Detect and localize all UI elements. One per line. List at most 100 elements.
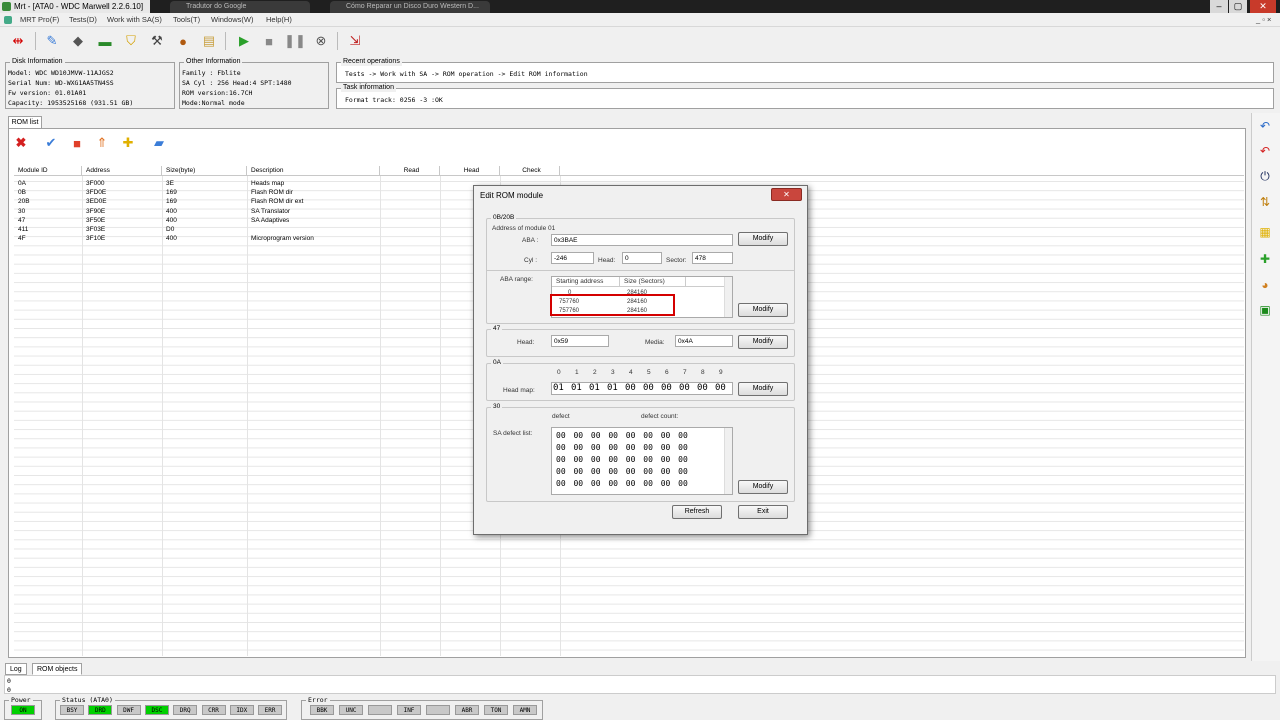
table-cell[interactable]: Microprogram version <box>251 234 314 243</box>
table-cell[interactable]: 4F <box>18 234 26 243</box>
import-icon[interactable]: ✚ <box>119 134 137 152</box>
head47-label: Head: <box>517 339 535 346</box>
col-check[interactable]: Check <box>500 166 560 176</box>
menu-tools[interactable]: Tools(T) <box>173 15 200 24</box>
col-read[interactable]: Read <box>380 166 440 176</box>
table-cell[interactable]: 3F90E <box>86 207 105 216</box>
sector-field[interactable]: 478 <box>692 252 733 264</box>
modify-defect-button[interactable]: Modify <box>738 480 788 494</box>
menu-tests[interactable]: Tests(D) <box>69 15 97 24</box>
disk-capacity: Capacity: 1953525168 (931.51 GB) <box>8 99 134 107</box>
refresh-button[interactable]: Refresh <box>672 505 722 519</box>
col-size[interactable]: Size(byte) <box>162 166 247 176</box>
table-cell[interactable]: 400 <box>166 216 177 225</box>
table-cell[interactable]: 3FD0E <box>86 188 106 197</box>
drive-icon[interactable]: ▬ <box>95 31 115 51</box>
minimize-button[interactable]: – <box>1210 0 1228 13</box>
table-cell[interactable]: 3F03E <box>86 225 105 234</box>
table-cell[interactable]: 0A <box>18 179 26 188</box>
palette-icon[interactable]: ◕ <box>1255 275 1275 295</box>
col-head[interactable]: Head <box>440 166 500 176</box>
delete-icon[interactable]: ✖ <box>12 134 30 152</box>
table-cell[interactable]: Flash ROM dir <box>251 188 293 197</box>
group-legend: 30 <box>491 403 503 411</box>
head-field[interactable]: 0 <box>622 252 662 264</box>
table-cell[interactable]: Flash ROM dir ext <box>251 197 303 206</box>
modify-47-button[interactable]: Modify <box>738 335 788 349</box>
table-cell[interactable]: 3F50E <box>86 216 105 225</box>
table-cell[interactable]: 30 <box>18 207 25 216</box>
play-icon[interactable]: ▶ <box>234 31 254 51</box>
tab-rom-objects[interactable]: ROM objects <box>32 663 83 675</box>
table-cell[interactable]: 3ED0E <box>86 197 107 206</box>
power-icon[interactable]: ⏻ <box>1255 166 1275 186</box>
list-scrollbar[interactable] <box>724 277 732 317</box>
tool-icon[interactable]: ⚒ <box>147 31 167 51</box>
table-cell[interactable]: 3F000 <box>86 179 104 188</box>
col-module-id[interactable]: Module ID <box>14 166 82 176</box>
check-icon[interactable]: ✔ <box>42 134 60 152</box>
puzzle-icon[interactable]: ✚ <box>1255 249 1275 269</box>
shield-icon[interactable]: ⛉ <box>121 31 141 51</box>
menu-mrt-pro[interactable]: MRT Pro(F) <box>20 15 59 24</box>
aba-field[interactable]: 0x3BAE <box>551 234 733 246</box>
menu-work-with-sa[interactable]: Work with SA(S) <box>107 15 162 24</box>
wrench-icon[interactable]: ✎ <box>42 31 62 51</box>
menu-help[interactable]: Help(H) <box>266 15 292 24</box>
disk-serial: Serial Num: WD-WXG1AA5TN4SS <box>8 79 114 87</box>
redo-icon[interactable]: ↶ <box>1255 141 1275 161</box>
dialog-close-button[interactable]: ✕ <box>771 188 802 201</box>
table-cell[interactable]: 411 <box>18 225 28 234</box>
tab-log[interactable]: Log <box>5 663 27 675</box>
status-flag: DSC <box>144 705 169 715</box>
table-cell[interactable]: Heads map <box>251 179 284 188</box>
table-cell[interactable]: 3F10E <box>86 234 105 243</box>
globe-icon[interactable]: ● <box>173 31 193 51</box>
sa-defect-list[interactable]: 00 00 00 00 00 00 00 00 00 00 00 00 00 0… <box>551 427 733 495</box>
col-description[interactable]: Description <box>247 166 380 176</box>
exit-icon[interactable]: ⇲ <box>345 31 365 51</box>
table-cell[interactable]: 20B <box>18 197 30 206</box>
menu-windows[interactable]: Windows(W) <box>211 15 254 24</box>
table-cell[interactable]: 169 <box>166 188 177 197</box>
exit-button[interactable]: Exit <box>738 505 788 519</box>
headmap-index-label: 1 <box>575 369 579 376</box>
close-window-button[interactable]: ✕ <box>1250 0 1276 13</box>
cyl-field[interactable]: -246 <box>551 252 594 264</box>
table-cell[interactable]: SA Translator <box>251 207 290 216</box>
modify-headmap-button[interactable]: Modify <box>738 382 788 396</box>
note-icon[interactable]: ▦ <box>1255 222 1275 242</box>
table-cell[interactable]: 3E <box>166 179 174 188</box>
maximize-button[interactable]: ▢ <box>1229 0 1247 13</box>
table-cell[interactable]: 47 <box>18 216 25 225</box>
cancel-icon[interactable]: ⊗ <box>311 31 331 51</box>
defect-row: 00 00 00 00 00 00 00 00 <box>556 479 688 488</box>
col-address[interactable]: Address <box>82 166 162 176</box>
pause-icon[interactable]: ❚❚ <box>284 31 306 51</box>
head47-field[interactable]: 0x59 <box>551 335 609 347</box>
chip-icon[interactable]: ◆ <box>68 31 88 51</box>
undo-icon[interactable]: ↶ <box>1255 116 1275 136</box>
disconnect-icon[interactable]: ⇹ <box>8 31 28 51</box>
browser-tab[interactable]: Cómo Reparar un Disco Duro Western D... <box>330 1 490 13</box>
upload-icon[interactable]: ⇑ <box>93 134 111 152</box>
stop-icon[interactable]: ■ <box>259 31 279 51</box>
modify-aba-button[interactable]: Modify <box>738 232 788 246</box>
memory-icon[interactable]: ▣ <box>1255 300 1275 320</box>
sort-icon[interactable]: ⇅ <box>1255 192 1275 212</box>
table-cell[interactable]: 0B <box>18 188 26 197</box>
book-icon[interactable]: ▰ <box>150 134 168 152</box>
mdi-window-controls[interactable]: _ ▫ × <box>1256 15 1271 24</box>
table-cell[interactable]: 400 <box>166 207 177 216</box>
stop-square-icon[interactable]: ■ <box>68 134 86 152</box>
table-cell[interactable]: 169 <box>166 197 177 206</box>
media-field[interactable]: 0x4A <box>675 335 733 347</box>
modify-range-button[interactable]: Modify <box>738 303 788 317</box>
disk-info-legend: Disk Information <box>10 58 65 66</box>
notes-icon[interactable]: ▤ <box>199 31 219 51</box>
table-cell[interactable]: 400 <box>166 234 177 243</box>
table-cell[interactable]: D0 <box>166 225 174 234</box>
defect-scrollbar[interactable] <box>724 428 732 494</box>
browser-tab[interactable]: Tradutor do Google <box>170 1 310 13</box>
table-cell[interactable]: SA Adaptives <box>251 216 289 225</box>
